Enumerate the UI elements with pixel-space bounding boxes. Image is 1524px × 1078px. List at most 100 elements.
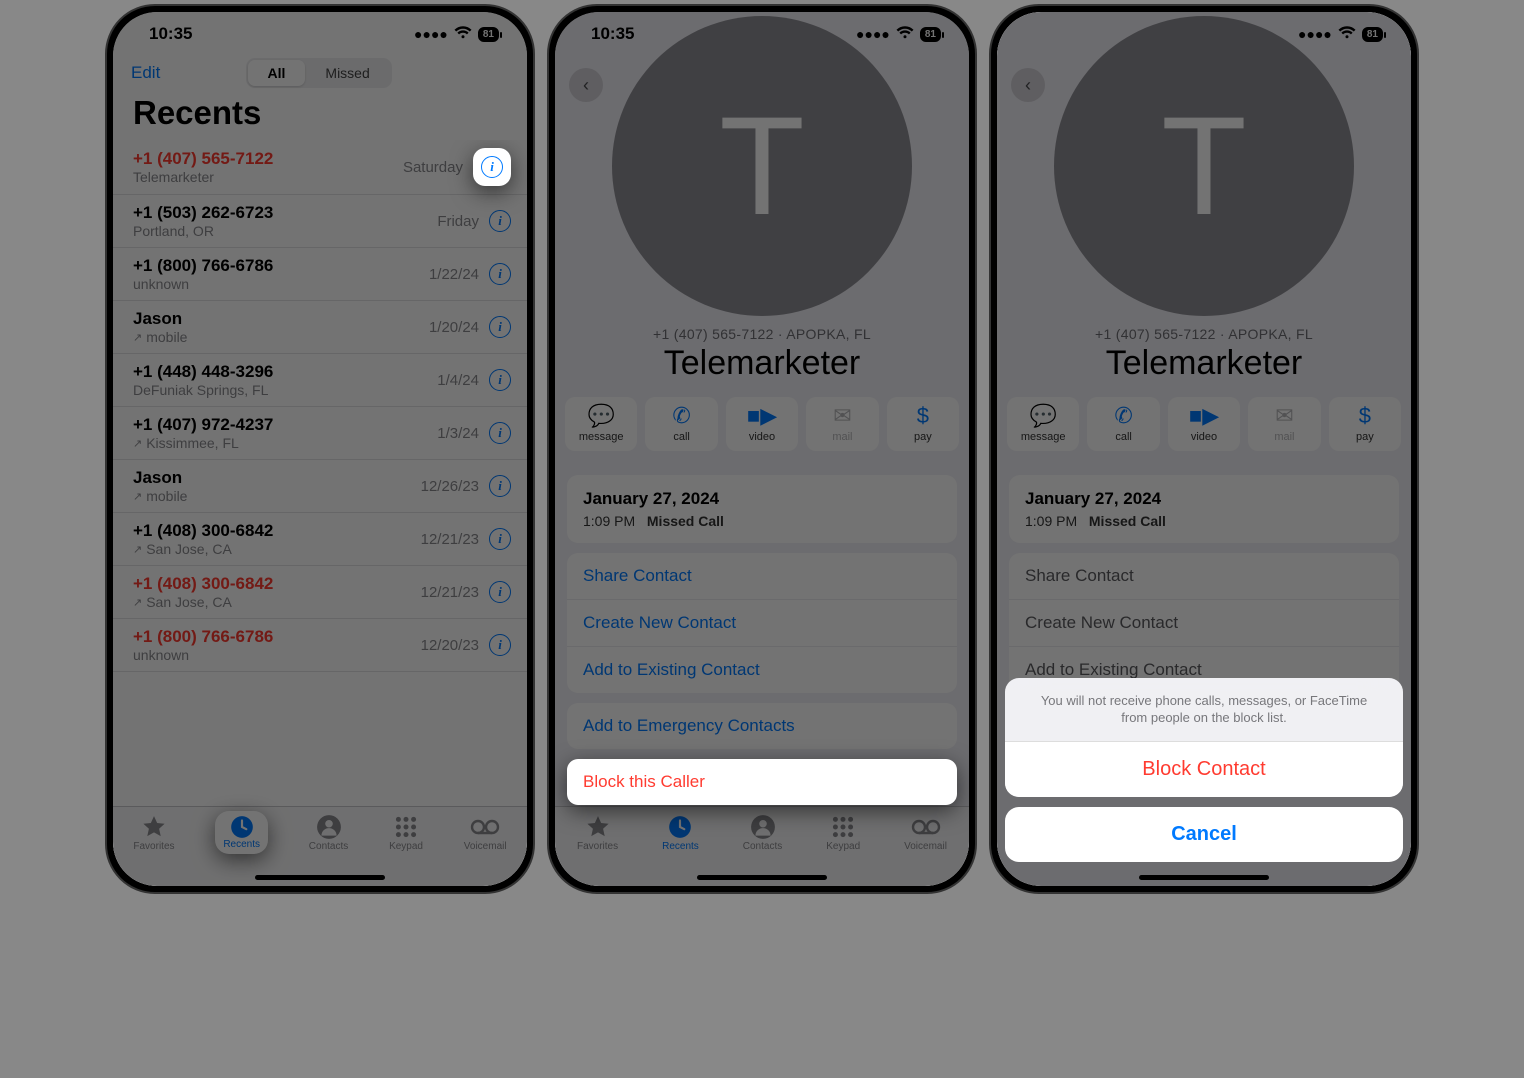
tab-contacts[interactable]: Contacts xyxy=(743,815,782,852)
home-indicator[interactable] xyxy=(255,875,385,880)
call-row[interactable]: +1 (800) 766-6786unknown 1/22/24 i xyxy=(113,248,527,301)
message-button[interactable]: 💬message xyxy=(565,397,637,451)
tab-voicemail[interactable]: Voicemail xyxy=(464,815,507,852)
cellular-icon: ●●●● xyxy=(856,26,890,42)
segment-all[interactable]: All xyxy=(248,60,306,86)
info-icon[interactable]: i xyxy=(489,263,511,285)
tab-favorites[interactable]: Favorites xyxy=(133,815,174,852)
status-time: 10:35 xyxy=(149,24,192,44)
call-row[interactable]: +1 (800) 766-6786unknown12/20/23i xyxy=(113,619,527,672)
call-number: +1 (448) 448-3296 xyxy=(133,362,273,382)
info-icon[interactable]: i xyxy=(489,475,511,497)
call-number: +1 (407) 565-7122 xyxy=(133,149,273,169)
call-number: +1 (408) 300-6842 xyxy=(133,521,273,541)
tab-bar: Favorites Recents Contacts Keypad Voicem… xyxy=(113,806,527,886)
block-contact-button[interactable]: Block Contact xyxy=(1005,742,1403,797)
call-row[interactable]: Jason↗mobile1/20/24i xyxy=(113,301,527,354)
call-number: Jason xyxy=(133,468,187,488)
phone-recents: 10:35 ●●●● 81 Edit All Missed Recents +1… xyxy=(105,4,535,894)
call-subtitle: Telemarketer xyxy=(133,169,273,185)
call-subtitle: Portland, OR xyxy=(133,223,273,239)
call-timestamp: 12/21/23 xyxy=(421,531,479,548)
home-indicator[interactable] xyxy=(697,875,827,880)
cancel-button[interactable]: Cancel xyxy=(1005,807,1403,862)
pay-button[interactable]: $pay xyxy=(887,397,959,451)
call-row[interactable]: +1 (408) 300-6842↗San Jose, CA 12/21/23 i xyxy=(113,513,527,566)
wifi-icon xyxy=(896,26,914,43)
call-number: +1 (800) 766-6786 xyxy=(133,256,273,276)
call-timestamp: 12/20/23 xyxy=(421,637,479,654)
segment-missed[interactable]: Missed xyxy=(305,60,389,86)
call-subtitle: ↗San Jose, CA xyxy=(133,541,273,557)
call-row[interactable]: +1 (503) 262-6723Portland, ORFridayi xyxy=(113,195,527,248)
sheet-info-text: You will not receive phone calls, messag… xyxy=(1005,678,1403,742)
tab-contacts[interactable]: Contacts xyxy=(309,815,348,852)
call-subtitle: ↗Kissimmee, FL xyxy=(133,435,273,451)
block-caller-link[interactable]: Block this Caller xyxy=(567,759,957,805)
call-row[interactable]: +1 (407) 565-7122Telemarketer Saturday i xyxy=(113,140,527,195)
tab-recents[interactable]: Recents xyxy=(662,815,699,852)
tab-favorites[interactable]: Favorites xyxy=(577,815,618,852)
star-icon xyxy=(585,815,611,839)
info-icon[interactable]: i xyxy=(489,316,511,338)
info-icon[interactable]: i xyxy=(489,422,511,444)
video-button[interactable]: ■▶video xyxy=(726,397,798,451)
mail-icon: ✉ xyxy=(833,405,851,427)
star-icon xyxy=(141,815,167,839)
info-icon[interactable]: i xyxy=(489,210,511,232)
outgoing-icon: ↗ xyxy=(133,437,142,450)
contact-meta: +1 (407) 565-7122 · APOPKA, FL xyxy=(555,326,969,342)
call-subtitle: unknown xyxy=(133,276,273,292)
call-log-entry: 1:09 PM Missed Call xyxy=(567,513,957,543)
back-button[interactable]: ‹ xyxy=(569,68,603,102)
call-timestamp: 1/20/24 xyxy=(429,319,479,336)
video-icon: ■▶ xyxy=(747,405,777,427)
status-bar: 10:35 ●●●● 81 xyxy=(555,12,969,56)
tab-voicemail[interactable]: Voicemail xyxy=(904,815,947,852)
home-indicator[interactable] xyxy=(1139,875,1269,880)
info-icon[interactable]: i xyxy=(489,528,511,550)
call-timestamp: 12/21/23 xyxy=(421,584,479,601)
call-log-date: January 27, 2024 xyxy=(567,475,957,513)
call-number: +1 (408) 300-6842 xyxy=(133,574,273,594)
voicemail-icon xyxy=(911,815,941,839)
edit-button[interactable]: Edit xyxy=(131,63,160,83)
call-row[interactable]: +1 (408) 300-6842↗San Jose, CA12/21/23i xyxy=(113,566,527,619)
status-bar: 10:35 ●●●● 81 xyxy=(113,12,527,56)
share-contact-link[interactable]: Share Contact xyxy=(567,553,957,599)
call-button[interactable]: ✆call xyxy=(645,397,717,451)
tab-keypad[interactable]: Keypad xyxy=(389,815,423,852)
info-icon[interactable]: i xyxy=(489,369,511,391)
contact-links-card: Share Contact Create New Contact Add to … xyxy=(567,553,957,693)
info-icon[interactable]: i xyxy=(489,634,511,656)
contact-actions: 💬message ✆call ■▶video ✉mail $pay xyxy=(555,383,969,465)
info-icon[interactable]: i xyxy=(489,581,511,603)
call-row[interactable]: +1 (448) 448-3296DeFuniak Springs, FL1/4… xyxy=(113,354,527,407)
call-timestamp: 1/22/24 xyxy=(429,266,479,283)
outgoing-icon: ↗ xyxy=(133,490,142,503)
info-icon[interactable]: i xyxy=(481,156,503,178)
add-emergency-link[interactable]: Add to Emergency Contacts xyxy=(567,703,957,749)
status-icons: ●●●● 81 xyxy=(856,26,941,43)
dollar-icon: $ xyxy=(917,405,929,427)
voicemail-icon xyxy=(470,815,500,839)
clock-icon xyxy=(223,815,260,839)
create-contact-link[interactable]: Create New Contact xyxy=(567,599,957,646)
call-subtitle: ↗mobile xyxy=(133,488,187,504)
call-number: +1 (503) 262-6723 xyxy=(133,203,273,223)
keypad-icon xyxy=(830,815,856,839)
status-time: 10:35 xyxy=(591,24,634,44)
phone-contact-card: 10:35 ●●●● 81 ‹ T +1 (407) 565-7122 · AP… xyxy=(547,4,977,894)
cellular-icon: ●●●● xyxy=(414,26,448,42)
call-row[interactable]: +1 (407) 972-4237↗Kissimmee, FL1/3/24i xyxy=(113,407,527,460)
add-existing-link[interactable]: Add to Existing Contact xyxy=(567,646,957,693)
call-log-card: January 27, 2024 1:09 PM Missed Call xyxy=(567,475,957,543)
call-timestamp: Saturday xyxy=(403,159,463,176)
tab-keypad[interactable]: Keypad xyxy=(826,815,860,852)
segmented-control[interactable]: All Missed xyxy=(246,58,392,88)
keypad-icon xyxy=(393,815,419,839)
mail-button: ✉mail xyxy=(806,397,878,451)
tab-recents[interactable]: Recents xyxy=(215,815,268,854)
person-icon xyxy=(750,815,776,839)
call-row[interactable]: Jason↗mobile12/26/23i xyxy=(113,460,527,513)
